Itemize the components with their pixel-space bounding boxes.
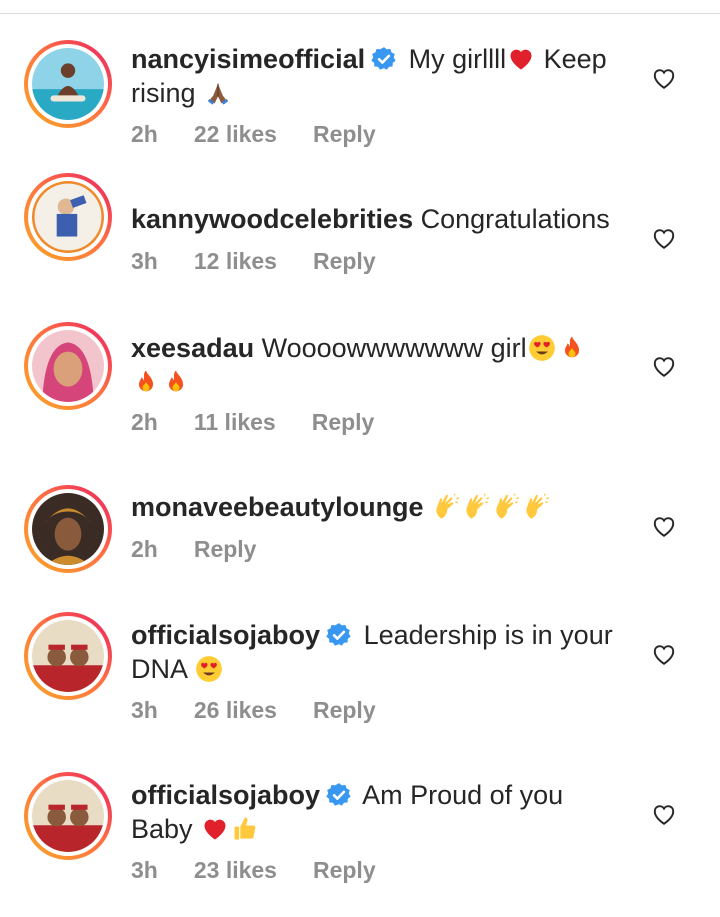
avatar-image <box>32 620 104 692</box>
heart-outline-icon[interactable] <box>651 802 677 826</box>
avatar[interactable] <box>24 40 112 128</box>
clapping-hands-emoji <box>436 493 460 519</box>
comment-likes[interactable]: 26 likes <box>194 697 277 724</box>
comment-username[interactable]: kannywoodcelebrities <box>131 204 413 234</box>
fire-emoji <box>139 370 153 392</box>
red-heart-emoji <box>204 819 226 840</box>
comment-time: 2h <box>131 409 158 435</box>
heart-outline-icon[interactable] <box>651 642 677 666</box>
comment-text: nancyisimeofficial My girllll Keep risin… <box>131 42 626 110</box>
comment-text: kannywoodcelebrities Congratulations <box>131 202 626 236</box>
comment-username[interactable]: xeesadau <box>131 333 254 363</box>
thumbs-up-emoji <box>234 817 256 840</box>
clapping-hands-emoji <box>466 493 490 519</box>
comment-body: Congratulations <box>420 204 610 234</box>
comment-time: 2h <box>131 536 158 562</box>
comment-time: 2h <box>131 121 158 147</box>
avatar-image <box>32 493 104 565</box>
comment-time: 3h <box>131 697 158 723</box>
avatar[interactable] <box>24 173 112 261</box>
heart-outline-icon[interactable] <box>651 354 677 378</box>
comment-text: xeesadau Woooowwwwwww girl <box>131 331 626 399</box>
comment-text: monaveebeautylounge <box>131 490 626 524</box>
comment-time: 3h <box>131 857 158 883</box>
avatar[interactable] <box>24 485 112 573</box>
comment-likes[interactable]: 22 likes <box>194 121 277 148</box>
comment-username[interactable]: officialsojaboy <box>131 780 320 810</box>
reply-button[interactable]: Reply <box>313 697 376 724</box>
red-heart-emoji <box>510 49 532 70</box>
fire-emoji <box>564 336 579 358</box>
comment-body: Woooowwwwwww girl <box>261 333 527 363</box>
comment-likes[interactable]: 12 likes <box>194 248 277 275</box>
comment-username[interactable]: nancyisimeofficial <box>131 44 365 74</box>
avatar[interactable] <box>24 612 112 700</box>
comment-meta: 2h 22 likes Reply <box>131 121 412 148</box>
comment-likes[interactable]: 23 likes <box>194 857 277 884</box>
comment-username[interactable]: monaveebeautylounge <box>131 492 424 522</box>
heart-outline-icon[interactable] <box>651 514 677 538</box>
heart-eyes-emoji <box>528 335 555 361</box>
reply-button[interactable]: Reply <box>312 409 375 436</box>
reply-button[interactable]: Reply <box>313 248 376 275</box>
fire-emoji <box>169 370 183 392</box>
heart-outline-icon[interactable] <box>651 226 677 250</box>
verified-badge-icon <box>326 783 351 806</box>
heart-eyes-emoji <box>196 656 222 682</box>
comment-meta: 3h 23 likes Reply <box>131 857 412 884</box>
comment-text: officialsojaboy Am Proud of you Baby <box>131 778 626 846</box>
comment-text: officialsojaboy Leadership is in your DN… <box>131 618 626 686</box>
top-divider <box>0 13 720 14</box>
folded-hands-emoji <box>207 83 229 105</box>
reply-button[interactable]: Reply <box>313 857 376 884</box>
comment-username[interactable]: officialsojaboy <box>131 620 320 650</box>
clapping-hands-emoji <box>496 493 520 519</box>
comment-likes[interactable]: 11 likes <box>194 409 276 436</box>
verified-badge-icon <box>326 623 351 646</box>
reply-button[interactable]: Reply <box>194 536 257 563</box>
clapping-hands-emoji <box>526 493 550 519</box>
avatar-image <box>32 48 104 120</box>
comment-meta: 3h 26 likes Reply <box>131 697 412 724</box>
reply-button[interactable]: Reply <box>313 121 376 148</box>
comment-meta: 2h Reply <box>131 536 292 563</box>
comment-time: 3h <box>131 248 158 274</box>
avatar-image <box>32 330 104 402</box>
heart-outline-icon[interactable] <box>651 66 677 90</box>
comment-meta: 2h 11 likes Reply <box>131 409 410 436</box>
comment-body: My girllll <box>408 44 507 74</box>
avatar-image <box>32 780 104 852</box>
comment-meta: 3h 12 likes Reply <box>131 248 412 275</box>
avatar-image <box>32 181 104 253</box>
verified-badge-icon <box>371 47 396 70</box>
avatar[interactable] <box>24 322 112 410</box>
avatar[interactable] <box>24 772 112 860</box>
